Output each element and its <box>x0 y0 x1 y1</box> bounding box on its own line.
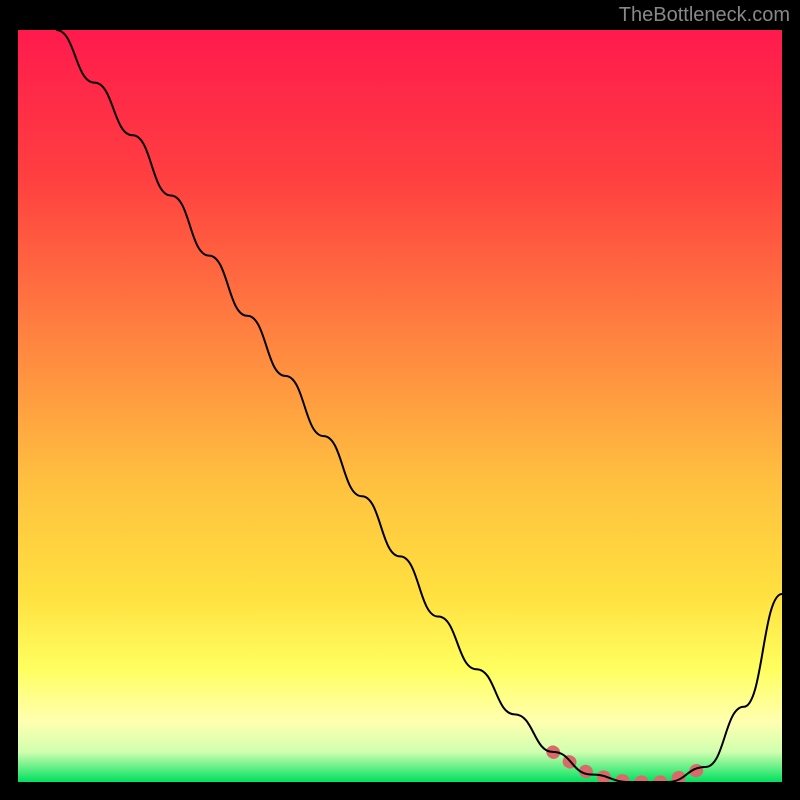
watermark-text: TheBottleneck.com <box>619 4 790 27</box>
bottleneck-curve <box>18 30 782 782</box>
chart-container <box>18 30 782 782</box>
